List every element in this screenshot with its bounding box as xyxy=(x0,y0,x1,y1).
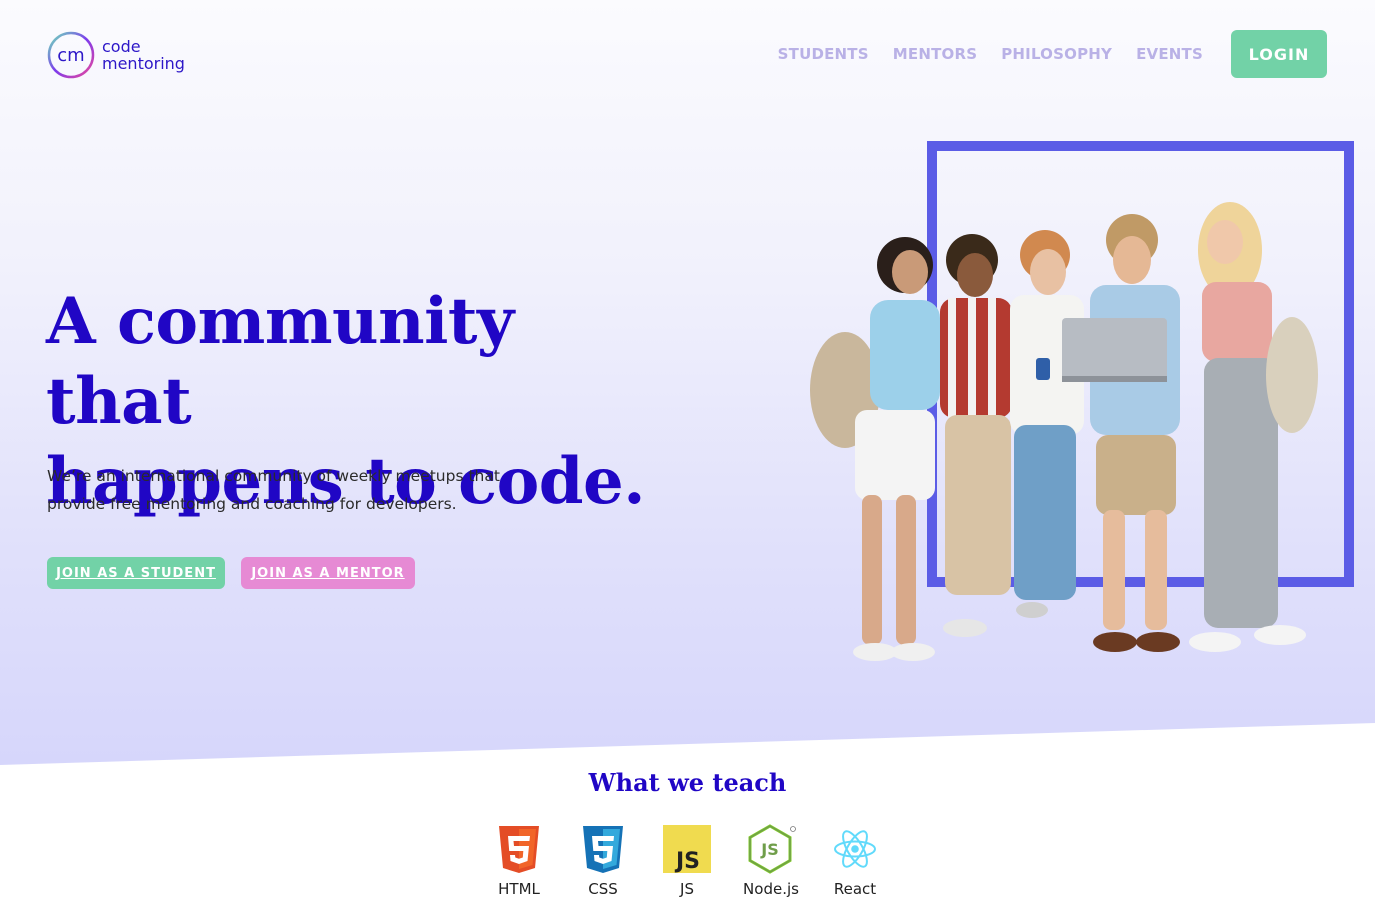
join-student-button[interactable]: JOIN AS A STUDENT xyxy=(47,557,225,589)
tech-label: Node.js xyxy=(743,880,799,898)
js-icon: JS xyxy=(663,825,711,874)
svg-text:JS: JS xyxy=(674,849,700,874)
logo-line2: mentoring xyxy=(102,54,185,73)
nav-mentors[interactable]: MENTORS xyxy=(893,45,977,63)
nav-events[interactable]: EVENTS xyxy=(1136,45,1203,63)
tech-js[interactable]: JS JS xyxy=(645,824,729,898)
logo[interactable]: cm code mentoring xyxy=(46,30,185,80)
hero-students-image xyxy=(810,202,1318,661)
nav-students[interactable]: STUDENTS xyxy=(778,45,869,63)
logo-mark-icon: cm xyxy=(47,31,95,79)
tech-css[interactable]: CSS xyxy=(561,824,645,898)
tech-label: JS xyxy=(680,880,694,898)
html5-icon xyxy=(499,826,539,873)
css3-icon xyxy=(583,826,623,873)
main-nav: STUDENTS MENTORS PHILOSOPHY EVENTS LOGIN xyxy=(778,30,1327,78)
logo-mark-text: cm xyxy=(57,45,84,66)
tech-nodejs[interactable]: JS Node.js xyxy=(729,824,813,898)
nav-philosophy[interactable]: PHILOSOPHY xyxy=(1001,45,1112,63)
logo-line1: code xyxy=(102,37,141,56)
join-mentor-button[interactable]: JOIN AS A MENTOR xyxy=(241,557,415,589)
tech-label: CSS xyxy=(588,880,618,898)
nodejs-icon: JS xyxy=(748,824,796,874)
tech-html[interactable]: HTML xyxy=(477,824,561,898)
tech-label: React xyxy=(833,880,877,898)
tech-label: HTML xyxy=(498,880,540,898)
teach-title: What we teach xyxy=(588,768,787,797)
tech-list: HTML CSS JS JS JS Node.js React xyxy=(477,824,897,898)
tech-react[interactable]: React xyxy=(813,824,897,898)
headline-line1: A community that xyxy=(46,284,514,439)
react-icon xyxy=(834,830,876,868)
hero-subtitle: We’re an international community of week… xyxy=(47,467,500,513)
svg-text:JS: JS xyxy=(760,840,778,859)
logo-text: code mentoring xyxy=(102,38,185,72)
login-button[interactable]: LOGIN xyxy=(1231,30,1327,78)
